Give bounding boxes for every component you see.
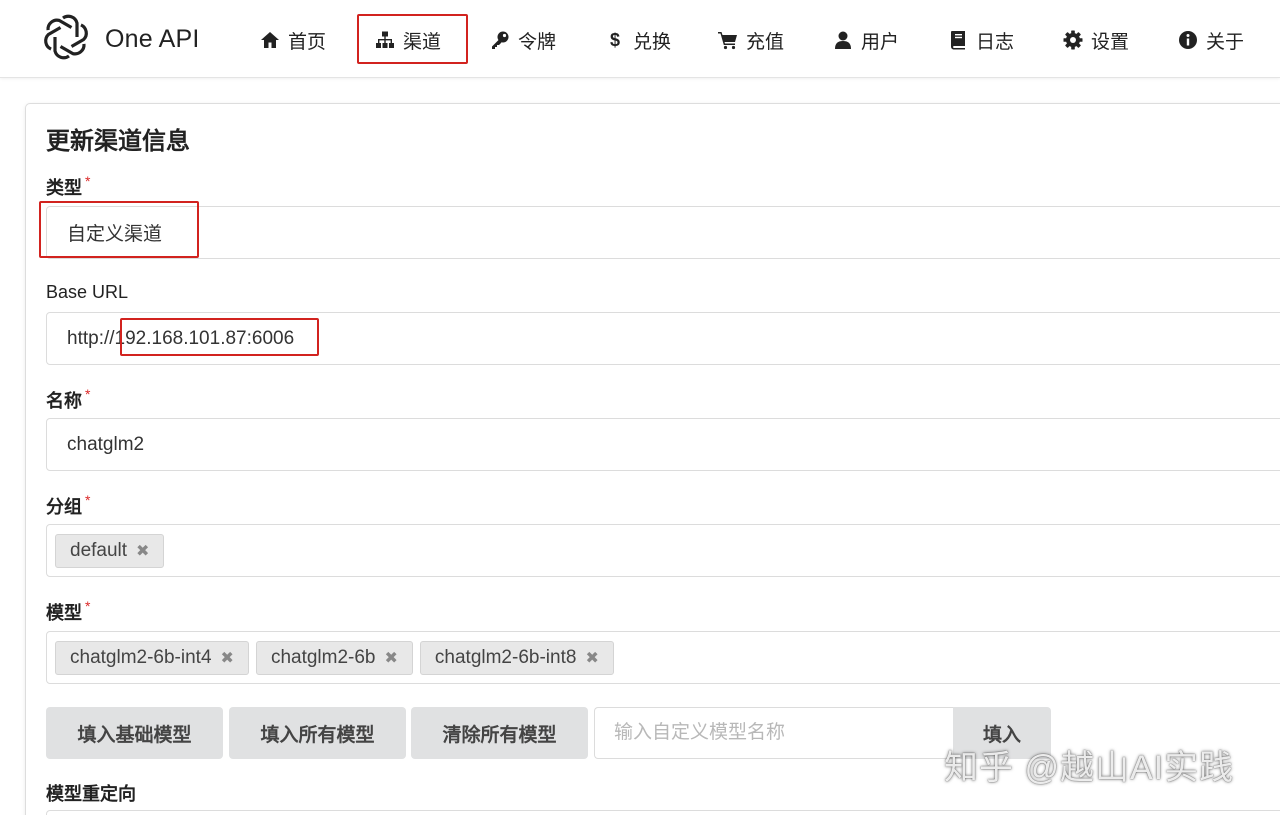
name-value: chatglm2 xyxy=(67,433,145,455)
brand[interactable]: One API xyxy=(40,13,200,65)
remove-icon[interactable]: ✖ xyxy=(585,648,598,668)
info-icon xyxy=(1176,29,1200,51)
nav-item-label: 令牌 xyxy=(518,31,557,53)
nav-item-label: 充值 xyxy=(746,31,785,53)
model-mapping-label: 模型重定向 xyxy=(46,780,136,806)
type-select-value: 自定义渠道 xyxy=(67,224,163,245)
nav-item-home[interactable]: 首页 xyxy=(258,25,326,55)
top-navbar: One API 首页 渠道 令牌 $ 兑换 充值 用户 日志 设置 关于 xyxy=(0,0,1280,78)
required-mark: * xyxy=(85,492,91,508)
user-icon xyxy=(831,29,855,51)
group-chip: default ✖ xyxy=(55,533,165,568)
nav-item-users[interactable]: 用户 xyxy=(831,25,899,55)
required-mark: * xyxy=(85,386,91,402)
page-title: 更新渠道信息 xyxy=(46,128,190,155)
nav-item-channels[interactable]: 渠道 xyxy=(373,25,441,55)
type-select[interactable]: 自定义渠道 xyxy=(46,206,1280,259)
base-url-label: Base URL xyxy=(46,282,128,303)
nav-item-settings[interactable]: 设置 xyxy=(1061,25,1129,55)
model-chip: chatglm2-6b-int4 ✖ xyxy=(55,640,249,675)
model-chip: chatglm2-6b-int8 ✖ xyxy=(419,640,614,675)
model-mapping-label-text: 模型重定向 xyxy=(46,784,136,804)
nav-item-label: 关于 xyxy=(1206,31,1245,53)
nav-item-label: 渠道 xyxy=(403,31,442,53)
group-label-text: 分组 xyxy=(46,497,82,517)
type-label-text: 类型 xyxy=(46,178,82,198)
base-url-value: http://192.168.101.87:6006 xyxy=(67,327,295,349)
nav-item-logs[interactable]: 日志 xyxy=(946,25,1014,55)
gear-icon xyxy=(1061,29,1085,51)
book-icon xyxy=(946,29,970,51)
model-chip-label: chatglm2-6b-int4 xyxy=(70,646,212,668)
required-mark: * xyxy=(85,173,91,189)
models-label-text: 模型 xyxy=(46,603,82,623)
remove-icon[interactable]: ✖ xyxy=(136,541,149,561)
custom-model-input[interactable] xyxy=(594,707,954,759)
sitemap-icon xyxy=(373,29,397,51)
remove-icon[interactable]: ✖ xyxy=(221,648,234,668)
base-url-input[interactable]: http://192.168.101.87:6006 xyxy=(46,312,1280,365)
nav-item-tokens[interactable]: 令牌 xyxy=(488,25,556,55)
nav-item-label: 设置 xyxy=(1091,31,1130,53)
required-mark: * xyxy=(85,598,91,614)
name-label-text: 名称 xyxy=(46,391,82,411)
group-chip-label: default xyxy=(70,539,128,561)
model-chip: chatglm2-6b ✖ xyxy=(255,640,413,675)
fill-all-models-button[interactable]: 填入所有模型 xyxy=(229,707,406,759)
base-url-label-text: Base URL xyxy=(46,282,129,302)
group-multiselect[interactable]: default ✖ xyxy=(46,524,1280,577)
nav-item-redeem[interactable]: $ 兑换 xyxy=(603,25,671,55)
group-label: 分组 * xyxy=(46,492,91,519)
nav-item-label: 用户 xyxy=(861,31,900,53)
dollar-icon: $ xyxy=(603,29,627,51)
nav-item-label: 首页 xyxy=(288,31,327,53)
fill-basic-models-button[interactable]: 填入基础模型 xyxy=(46,707,223,759)
nav-item-topup[interactable]: 充值 xyxy=(716,25,784,55)
name-input[interactable]: chatglm2 xyxy=(46,418,1280,471)
name-label: 名称 * xyxy=(46,386,91,413)
key-icon xyxy=(488,29,512,51)
models-multiselect[interactable]: chatglm2-6b-int4 ✖ chatglm2-6b ✖ chatglm… xyxy=(46,631,1280,684)
remove-icon[interactable]: ✖ xyxy=(385,648,398,668)
home-icon xyxy=(258,29,282,51)
watermark: 知乎 @越山AI实践 xyxy=(944,749,1235,787)
cart-icon xyxy=(716,29,740,51)
models-label: 模型 * xyxy=(46,598,91,625)
model-chip-label: chatglm2-6b xyxy=(270,646,376,668)
model-chip-label: chatglm2-6b-int8 xyxy=(434,646,577,668)
nav-item-about[interactable]: 关于 xyxy=(1176,25,1244,55)
model-mapping-input[interactable] xyxy=(46,810,1280,815)
svg-text:$: $ xyxy=(610,30,620,50)
nav-item-label: 兑换 xyxy=(633,31,672,53)
clear-all-models-button[interactable]: 清除所有模型 xyxy=(411,707,588,759)
brand-name: One API xyxy=(105,24,200,53)
openai-logo-icon xyxy=(40,11,92,68)
nav-item-label: 日志 xyxy=(976,31,1015,53)
type-label: 类型 * xyxy=(46,173,91,200)
